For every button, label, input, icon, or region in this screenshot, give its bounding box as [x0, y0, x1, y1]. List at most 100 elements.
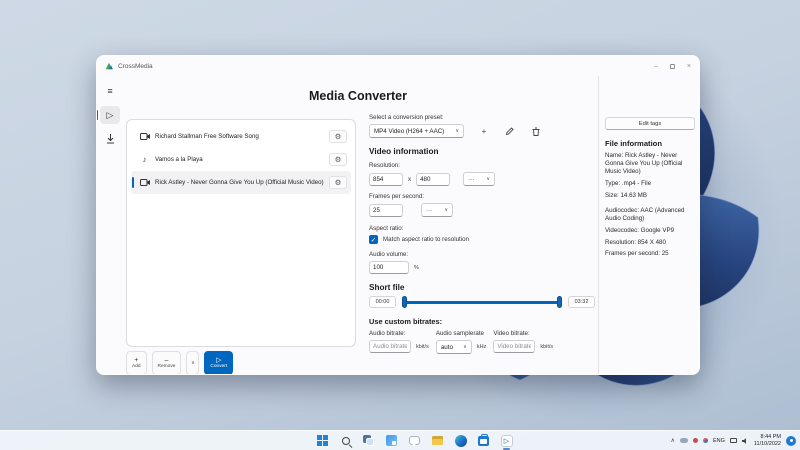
file-settings-button[interactable]: ⚙ [329, 153, 347, 166]
trim-end-value: 03:32 [568, 296, 595, 308]
edge-button[interactable] [453, 433, 468, 449]
converter-panel: Select a conversion preset: MP4 Video (H… [369, 114, 595, 354]
nav-download-button[interactable] [100, 130, 120, 148]
file-name: Richard Stallman Free Software Song [155, 133, 324, 140]
show-hidden-icons-button[interactable]: ∧ [671, 437, 675, 444]
resolution-x-separator: x [408, 176, 411, 183]
remove-button[interactable]: – Remove [152, 351, 182, 375]
file-row-2[interactable]: ♪ Vamos a la Playa ⚙ [131, 148, 351, 171]
file-explorer-button[interactable] [430, 433, 445, 449]
slider-handle-start[interactable] [402, 296, 407, 308]
chat-button[interactable] [407, 433, 422, 449]
plus-icon: + [134, 357, 138, 364]
file-info-name: Name: Rick Astley - Never Gonna Give You… [605, 152, 695, 176]
start-button[interactable] [315, 433, 330, 449]
store-button[interactable] [476, 433, 491, 449]
trash-icon [532, 127, 540, 136]
store-icon [478, 436, 489, 446]
video-bitrate-label: Video bitrate: [493, 330, 553, 337]
file-row-3-selected[interactable]: Rick Astley - Never Gonna Give You Up (O… [131, 171, 351, 194]
volume-unit: % [414, 265, 419, 271]
samplerate-dropdown[interactable]: auto ∨ [436, 340, 472, 354]
file-settings-button[interactable]: ⚙ [329, 176, 347, 189]
preset-dropdown[interactable]: MP4 Video (H264 + AAC) ∨ [369, 124, 464, 138]
clock[interactable]: 8:44 PM 11/10/2022 [754, 434, 781, 447]
task-view-button[interactable] [361, 433, 376, 449]
desktop: CrossMedia – × ≡ ▷ Media Converter [0, 0, 800, 450]
volume-icon[interactable] [742, 438, 749, 444]
ellipsis-icon: ··· [468, 176, 474, 183]
widgets-button[interactable] [384, 433, 399, 449]
app-sidebar: ≡ ▷ [97, 78, 123, 374]
tray-app-icon-2[interactable] [703, 438, 708, 443]
play-icon: ▷ [107, 110, 114, 121]
chevron-down-icon: ∨ [463, 344, 467, 350]
widgets-icon [386, 435, 397, 446]
fps-presets-dropdown[interactable]: ··· ∨ [421, 203, 453, 217]
crossmedia-taskbar-button[interactable]: ▷ [499, 433, 514, 449]
convert-button[interactable]: ▷ Convert [204, 351, 233, 375]
add-button[interactable]: + Add [126, 351, 147, 375]
video-info-heading: Video information [369, 147, 595, 156]
trim-start-value: 00:00 [369, 296, 396, 308]
tray-date: 11/10/2022 [754, 441, 781, 448]
samplerate-unit: kHz [477, 344, 486, 350]
plus-icon: + [482, 127, 487, 136]
audio-volume-input[interactable] [369, 261, 409, 274]
search-icon [342, 437, 350, 445]
file-info-size: Size: 14.63 MB [605, 192, 695, 200]
file-list: Richard Stallman Free Software Song ⚙ ♪ … [126, 119, 356, 347]
close-button[interactable]: × [687, 63, 691, 70]
resolution-height-input[interactable] [416, 173, 450, 186]
slider-track[interactable] [402, 301, 562, 304]
hamburger-icon: ≡ [107, 86, 112, 96]
edit-tags-button[interactable]: Edit tags [605, 117, 695, 130]
add-preset-button[interactable]: + [477, 124, 491, 138]
aspect-ratio-label: Aspect ratio: [369, 225, 595, 232]
pencil-icon [506, 127, 514, 135]
file-info-videocodec: Videocodec: Google VP9 [605, 227, 695, 235]
file-settings-button[interactable]: ⚙ [329, 130, 347, 143]
gear-icon: ⚙ [335, 155, 342, 164]
file-info-panel: Edit tags File information Name: Rick As… [598, 76, 700, 374]
fps-label: Frames per second: [369, 193, 595, 200]
tray-app-icon-1[interactable] [693, 438, 698, 443]
app-title: CrossMedia [118, 63, 153, 70]
video-file-icon [139, 133, 150, 140]
video-bitrate-input[interactable] [493, 340, 535, 353]
task-view-icon [363, 435, 374, 446]
nav-converter-button[interactable]: ▷ [100, 106, 120, 124]
chevron-down-icon: ∨ [486, 176, 490, 182]
video-bitrate-group: Video bitrate: kbit/s [493, 330, 553, 354]
audio-bitrate-input[interactable] [369, 340, 411, 353]
app-window: CrossMedia – × ≡ ▷ Media Converter [96, 55, 700, 375]
chat-icon [409, 436, 420, 445]
resolution-presets-dropdown[interactable]: ··· ∨ [463, 172, 495, 186]
video-file-icon [139, 179, 150, 186]
language-indicator[interactable]: ENG [713, 438, 725, 444]
search-button[interactable] [338, 433, 353, 449]
file-name: Vamos a la Playa [155, 156, 324, 163]
onedrive-icon[interactable] [680, 438, 688, 443]
edit-preset-button[interactable] [503, 124, 517, 138]
delete-preset-button[interactable] [529, 124, 543, 138]
aspect-ratio-checkbox[interactable]: ✓ [369, 235, 378, 244]
resolution-width-input[interactable] [369, 173, 403, 186]
notification-bell-icon[interactable] [786, 436, 796, 446]
menu-button[interactable]: ≡ [100, 82, 120, 100]
audio-bitrate-group: Audio bitrate: kbit/s [369, 330, 429, 354]
slider-handle-end[interactable] [557, 296, 562, 308]
trim-slider[interactable] [402, 296, 562, 308]
ellipsis-icon: ··· [426, 207, 432, 214]
audio-volume-label: Audio volume: [369, 251, 595, 258]
titlebar[interactable]: CrossMedia – × [97, 56, 699, 76]
display-icon[interactable] [730, 438, 737, 443]
file-row-1[interactable]: Richard Stallman Free Software Song ⚙ [131, 125, 351, 148]
maximize-button[interactable] [670, 64, 675, 69]
audio-bitrate-unit: kbit/s [416, 344, 429, 350]
fps-input[interactable] [369, 204, 403, 217]
remove-options-button[interactable]: ∨ [186, 351, 199, 375]
minimize-button[interactable]: – [654, 63, 658, 70]
gear-icon: ⚙ [335, 178, 342, 187]
list-actions: + Add – Remove ∨ ▷ Convert [126, 351, 233, 375]
